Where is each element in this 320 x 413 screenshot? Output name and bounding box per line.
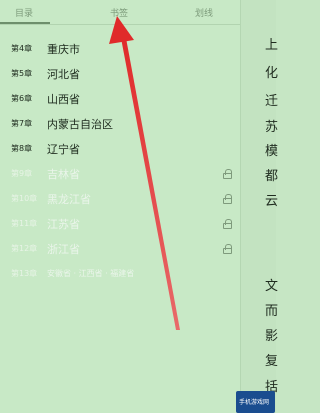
chapter-number: 第11章 [11,219,38,228]
chapter-title: 安徽省 · 江西省 · 福建省 [47,269,135,278]
chapter-row[interactable]: 第7章 内蒙古自治区 [0,111,240,136]
chapter-number: 第9章 [11,169,33,178]
reader-text-char: 化 [265,66,279,81]
chapter-title: 黑龙江省 [47,192,91,206]
chapter-list: 第4章 重庆市 第5章 河北省 第6章 山西省 第7章 内蒙古自治区 第8章 辽… [0,36,240,286]
chapter-number: 第10章 [11,194,38,203]
chapter-row-locked[interactable]: 第10章 黑龙江省 [0,186,240,211]
reader-text-char: 而 [265,304,279,319]
chapter-row-locked[interactable]: 第12章 浙江省 [0,236,240,261]
chapter-title: 内蒙古自治区 [47,117,113,131]
lock-icon [223,219,232,229]
tab-highlights[interactable]: 划线 [195,6,213,19]
chapter-number: 第12章 [11,244,38,253]
chapter-row[interactable]: 第5章 河北省 [0,61,240,86]
chapter-number: 第7章 [11,119,33,128]
chapter-title: 河北省 [47,67,80,81]
reader-text-char: 云 [265,194,279,209]
chapter-row[interactable]: 第6章 山西省 [0,86,240,111]
table-of-contents-drawer: 目录 书签 划线 第4章 重庆市 第5章 河北省 第6章 山西省 第7章 内蒙古… [0,0,240,413]
reader-text-char: 复 [265,354,279,369]
lock-icon [223,194,232,204]
chapter-title: 重庆市 [47,42,80,56]
chapter-number: 第13章 [11,269,38,278]
chapter-number: 第6章 [11,94,33,103]
chapter-title: 山西省 [47,92,80,106]
chapter-row-locked[interactable]: 第11章 江苏省 [0,211,240,236]
chapter-row-locked[interactable]: 第9章 吉林省 [0,161,240,186]
chapter-title: 辽宁省 [47,142,80,156]
chapter-row-locked[interactable]: 第13章 安徽省 · 江西省 · 福建省 [0,261,240,286]
chapter-title: 江苏省 [47,217,80,231]
chapter-number: 第8章 [11,144,33,153]
reader-text-char: 苏 [265,120,279,135]
tab-bar: 目录 书签 划线 [0,0,240,26]
site-watermark: 手机游戏网 [236,391,275,413]
tab-bookmarks[interactable]: 书签 [110,6,128,19]
chapter-number: 第5章 [11,69,33,78]
chapter-number: 第4章 [11,44,33,53]
reader-text-char: 上 [265,38,279,53]
chapter-title: 吉林省 [47,167,80,181]
reader-text-char: 影 [265,329,279,344]
chapter-row[interactable]: 第8章 辽宁省 [0,136,240,161]
lock-icon [223,244,232,254]
reader-text-char: 模 [265,144,279,159]
reader-text-char: 文 [265,279,279,294]
reader-text-char: 都 [265,169,279,184]
tabs-divider [0,24,240,25]
reader-page-background[interactable]: 上 化 迁 苏 模 都 云 文 而 影 复 括 [240,0,279,413]
chapter-row[interactable]: 第4章 重庆市 [0,36,240,61]
chapter-title: 浙江省 [47,242,80,256]
watermark-text: 手机游戏网 [239,399,270,406]
reader-text-char: 迁 [265,94,279,109]
lock-icon [223,169,232,179]
tab-contents[interactable]: 目录 [15,6,33,19]
